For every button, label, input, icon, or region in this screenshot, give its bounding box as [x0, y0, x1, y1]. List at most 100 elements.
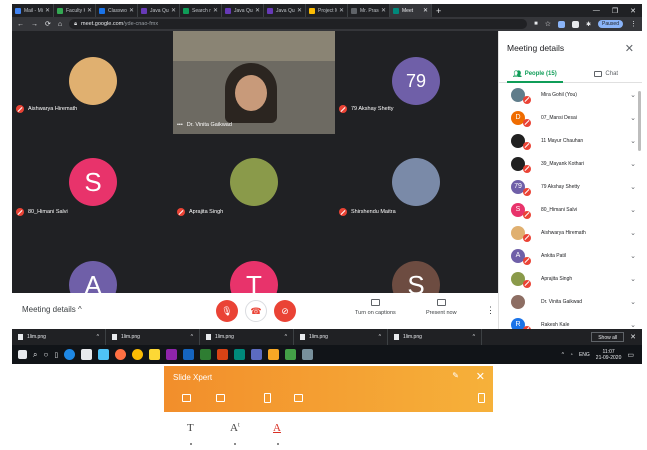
- app-icon[interactable]: [166, 349, 178, 360]
- panel-scrollbar[interactable]: [638, 91, 641, 151]
- star-icon[interactable]: ☆: [545, 20, 551, 28]
- store-icon[interactable]: [81, 349, 93, 360]
- chevron-down-icon[interactable]: ⌄: [630, 183, 636, 191]
- participant-row[interactable]: Dr. Vinita Gaikwad ⌄: [499, 290, 642, 313]
- browser-tab[interactable]: Classwork fo✕: [96, 4, 138, 17]
- captions-button[interactable]: Turn on captions: [355, 299, 396, 316]
- chevron-down-icon[interactable]: ⌄: [630, 229, 636, 237]
- participant-row[interactable]: D 07_Mansi Desai ⌄: [499, 106, 642, 129]
- reload-icon[interactable]: ⟳: [45, 20, 51, 28]
- chevron-up-icon[interactable]: ^: [379, 334, 381, 340]
- chevron-up-icon[interactable]: ^: [562, 352, 564, 358]
- new-tab-icon[interactable]: +: [436, 6, 441, 16]
- align-tool-icon[interactable]: [264, 393, 271, 403]
- leave-call-button[interactable]: ☎︎: [245, 300, 267, 322]
- close-icon[interactable]: ✕: [255, 7, 260, 14]
- font-size-button[interactable]: At: [230, 422, 240, 434]
- chrome-icon[interactable]: [132, 349, 144, 360]
- close-icon[interactable]: ✕: [213, 7, 218, 14]
- download-item[interactable]: 1lim.png ^: [106, 329, 200, 345]
- app-icon[interactable]: [302, 349, 314, 360]
- chevron-up-icon[interactable]: ^: [285, 334, 287, 340]
- word-icon[interactable]: [183, 349, 195, 360]
- close-icon[interactable]: ✕: [630, 333, 636, 341]
- participant-row[interactable]: 11 Mayur Chauhan ⌄: [499, 129, 642, 152]
- browser-tab[interactable]: Project Man✕: [306, 4, 348, 17]
- participant-tile[interactable]: T: [173, 237, 335, 293]
- excel-icon[interactable]: [200, 349, 212, 360]
- close-icon[interactable]: ✕: [45, 7, 50, 14]
- menu-icon[interactable]: ⋮: [630, 20, 637, 28]
- browser-tab[interactable]: Mail - Mira✕: [12, 4, 54, 17]
- participant-row[interactable]: 39_Mayank Kothari ⌄: [499, 152, 642, 175]
- close-icon[interactable]: ✕: [87, 7, 92, 14]
- chevron-up-icon[interactable]: ^: [97, 334, 99, 340]
- layout-tool-icon[interactable]: [216, 394, 225, 402]
- clock[interactable]: 11:07 21-09-2020: [596, 349, 622, 361]
- extension-icon[interactable]: [572, 20, 579, 28]
- download-item[interactable]: 1lim.png ^: [294, 329, 388, 345]
- edge-icon[interactable]: [64, 349, 76, 360]
- participant-row[interactable]: Mira Gohil (You) ⌄: [499, 83, 642, 106]
- text-format-button[interactable]: T: [187, 422, 194, 434]
- chevron-up-icon[interactable]: ^: [191, 334, 193, 340]
- chevron-down-icon[interactable]: ⌄: [630, 275, 636, 283]
- participant-tile[interactable]: Shirshendu Maitra: [335, 134, 497, 222]
- close-icon[interactable]: ✕: [171, 7, 176, 14]
- chevron-down-icon[interactable]: ⌄: [630, 137, 636, 145]
- participant-tile[interactable]: Aishwarya Hiremath: [12, 31, 174, 119]
- participant-row[interactable]: S 80_Himani Salvi ⌄: [499, 198, 642, 221]
- powerpoint-icon[interactable]: [217, 349, 229, 360]
- close-icon[interactable]: ✕: [339, 7, 344, 14]
- download-item[interactable]: 1lim.png ^: [12, 329, 106, 345]
- camera-icon[interactable]: ■: [534, 21, 538, 27]
- pen-icon[interactable]: ✎: [452, 371, 459, 380]
- chevron-down-icon[interactable]: ⌄: [630, 91, 636, 99]
- participant-tile[interactable]: Aprajita Singh: [173, 134, 335, 222]
- browser-tab[interactable]: Java Quiz 1✕: [264, 4, 306, 17]
- close-icon[interactable]: ✕: [129, 7, 134, 14]
- participant-tile[interactable]: S: [335, 237, 497, 293]
- image-tool-icon[interactable]: [182, 394, 191, 402]
- browser-tab[interactable]: Java Quiz 1✕: [222, 4, 264, 17]
- puzzle-icon[interactable]: ✱: [586, 21, 591, 28]
- font-color-button[interactable]: A: [273, 422, 281, 434]
- chevron-down-icon[interactable]: ⌄: [630, 114, 636, 122]
- slides-tool-icon[interactable]: [478, 393, 485, 403]
- close-icon[interactable]: ✕: [625, 42, 634, 55]
- close-icon[interactable]: ✕: [476, 370, 485, 383]
- url-field[interactable]: 🔒︎ meet.google.com/yde-cnao-fmx: [69, 19, 528, 29]
- tab-people[interactable]: 👥︎ People (15): [499, 65, 571, 83]
- close-icon[interactable]: ✕: [423, 7, 428, 14]
- meeting-details-button[interactable]: Meeting details ^: [22, 305, 82, 314]
- chevron-down-icon[interactable]: ⌄: [630, 160, 636, 168]
- show-all-button[interactable]: Show all: [591, 332, 625, 342]
- close-icon[interactable]: ✕: [630, 7, 636, 15]
- restore-icon[interactable]: ❐: [612, 7, 618, 15]
- windows-start-icon[interactable]: [18, 350, 27, 359]
- profile-paused-badge[interactable]: Paused: [598, 20, 623, 28]
- participant-row[interactable]: Aishwarya Hiremath ⌄: [499, 221, 642, 244]
- browser-tab[interactable]: Search resu✕: [180, 4, 222, 17]
- participant-row[interactable]: 79 79 Akshay Shetty ⌄: [499, 175, 642, 198]
- participant-tile[interactable]: S 80_Himani Salvi: [12, 134, 174, 222]
- app-icon[interactable]: [234, 349, 246, 360]
- notifications-icon[interactable]: ▭: [627, 351, 634, 359]
- chevron-down-icon[interactable]: ⌄: [630, 298, 636, 306]
- screen-tool-icon[interactable]: [294, 394, 303, 402]
- chevron-down-icon[interactable]: ⌄: [630, 206, 636, 214]
- present-now-button[interactable]: Present now: [426, 299, 457, 316]
- cortana-icon[interactable]: ○: [43, 350, 48, 359]
- participant-tile[interactable]: A: [12, 237, 174, 293]
- more-icon[interactable]: •••: [177, 122, 183, 128]
- download-item[interactable]: 1lim.png ^: [388, 329, 482, 345]
- participant-row[interactable]: Aprajita Singh ⌄: [499, 267, 642, 290]
- app-icon[interactable]: [251, 349, 263, 360]
- participant-tile[interactable]: 79 79 Akshay Shetty: [335, 31, 497, 119]
- chevron-up-icon[interactable]: ^: [473, 334, 475, 340]
- download-item[interactable]: 1lim.png ^: [200, 329, 294, 345]
- browser-tab[interactable]: Java Quiz 1✕: [138, 4, 180, 17]
- participant-row[interactable]: A Ankita Patil ⌄: [499, 244, 642, 267]
- more-options-icon[interactable]: ⋮: [486, 305, 495, 316]
- browser-tab[interactable]: Mr. Prasenji✕: [348, 4, 390, 17]
